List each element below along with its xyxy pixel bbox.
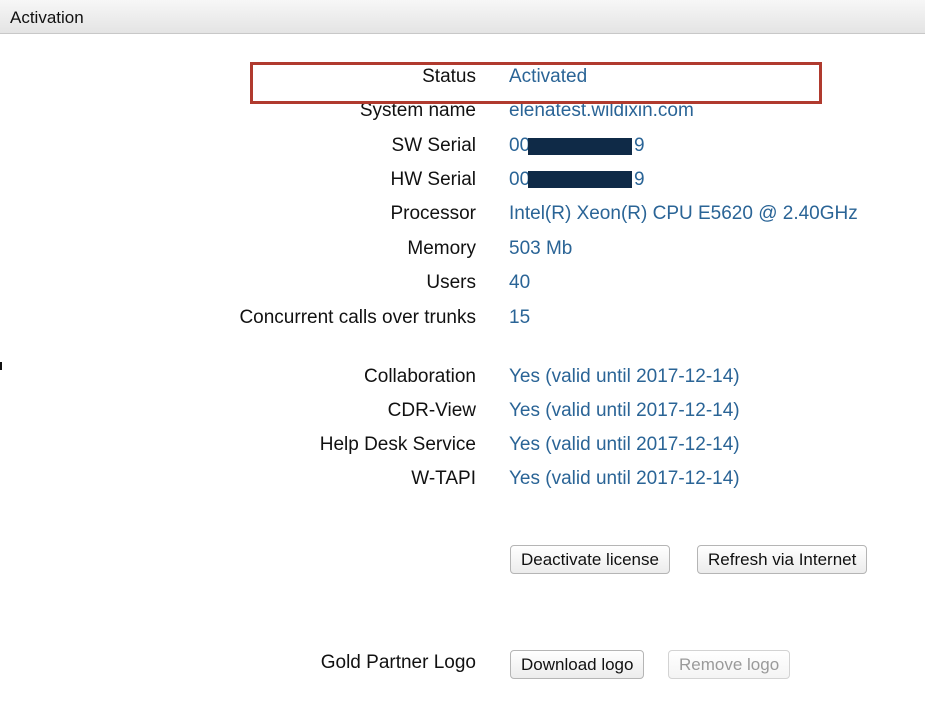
cdr-view-value: Yes (valid until 2017-12-14) [509,400,740,421]
info-row-processor: Processor Intel(R) Xeon(R) CPU E5620 @ 2… [0,201,925,227]
processor-value: Intel(R) Xeon(R) CPU E5620 @ 2.40GHz [509,203,858,224]
info-row-sw-serial: SW Serial 00 9 [0,133,925,159]
feature-row-w-tapi: W-TAPI Yes (valid until 2017-12-14) [0,466,925,492]
users-label: Users [426,272,476,293]
processor-label: Processor [390,203,476,224]
memory-label: Memory [407,238,476,259]
sw-serial-redaction [528,138,632,155]
hw-serial-suffix: 9 [634,169,645,190]
hw-serial-redaction [528,171,632,188]
gold-partner-logo-label: Gold Partner Logo [320,652,476,673]
collaboration-value: Yes (valid until 2017-12-14) [509,366,740,387]
feature-row-cdr-view: CDR-View Yes (valid until 2017-12-14) [0,398,925,424]
hw-serial-label: HW Serial [390,169,476,190]
w-tapi-label: W-TAPI [411,468,476,489]
cdr-view-label: CDR-View [387,400,476,421]
download-logo-button[interactable]: Download logo [510,650,645,679]
users-value: 40 [509,272,531,293]
feature-row-collaboration: Collaboration Yes (valid until 2017-12-1… [0,364,925,390]
section-header: Activation [0,0,925,34]
deactivate-license-button[interactable]: Deactivate license [510,545,670,574]
w-tapi-value: Yes (valid until 2017-12-14) [509,468,740,489]
concurrent-calls-value: 15 [509,307,531,328]
concurrent-calls-label: Concurrent calls over trunks [239,307,476,328]
hw-serial-value: 00 [509,169,531,190]
collaboration-label: Collaboration [364,366,476,387]
sw-serial-value: 00 [509,135,531,156]
info-row-users: Users 40 [0,270,925,296]
sw-serial-suffix: 9 [634,135,645,156]
remove-logo-button[interactable]: Remove logo [668,650,791,679]
help-desk-label: Help Desk Service [319,434,476,455]
info-row-concurrent-calls: Concurrent calls over trunks 15 [0,305,925,331]
info-row-memory: Memory 503 Mb [0,236,925,262]
info-row-hw-serial: HW Serial 00 9 [0,167,925,193]
refresh-via-internet-button[interactable]: Refresh via Internet [697,545,868,574]
status-highlight-frame [250,62,822,104]
feature-row-help-desk: Help Desk Service Yes (valid until 2017-… [0,432,925,458]
section-title: Activation [10,8,84,27]
sw-serial-label: SW Serial [391,135,476,156]
memory-value: 503 Mb [509,238,573,259]
help-desk-value: Yes (valid until 2017-12-14) [509,434,740,455]
